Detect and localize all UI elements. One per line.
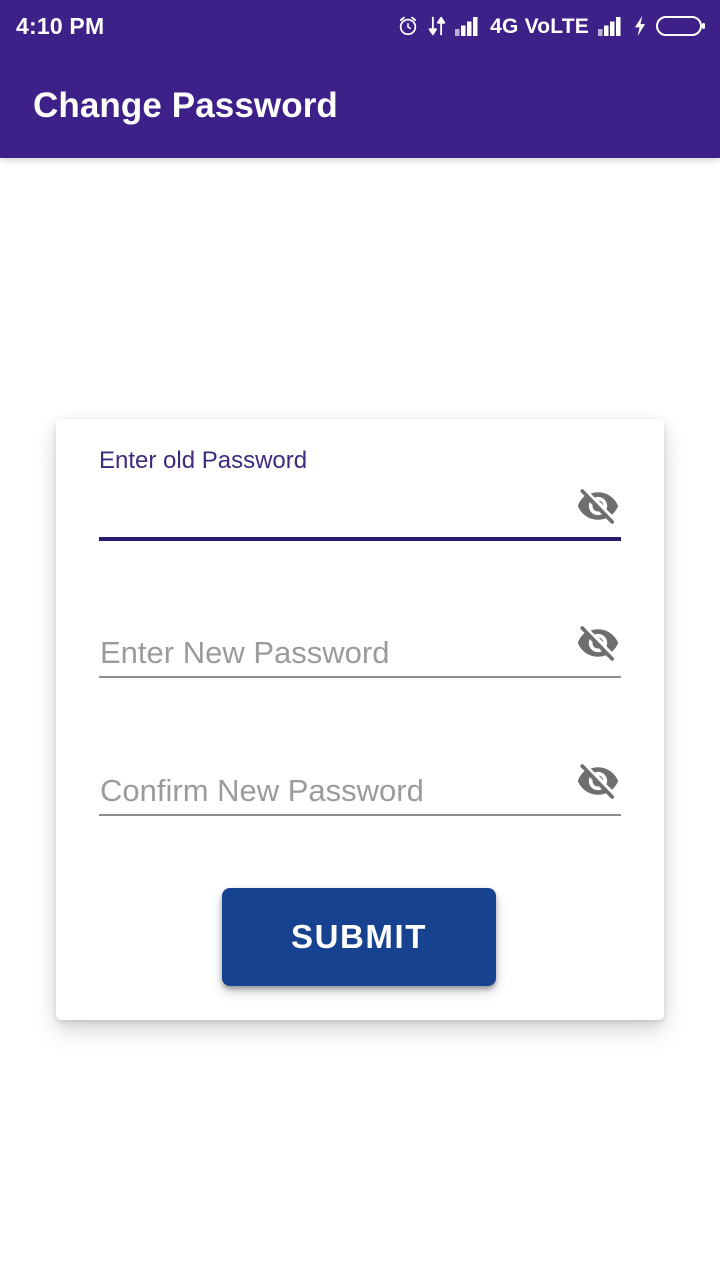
app-bar: Change Password [0,52,720,158]
field-confirm-password-underline [99,814,621,816]
field-confirm-password-input[interactable]: Confirm New Password [100,775,424,806]
field-new-password: Enter New Password [99,620,621,678]
charging-bolt-icon [633,15,647,37]
status-bar-clock: 4:10 PM [16,12,105,39]
field-old-password-underline [99,537,621,541]
data-transfer-icon [428,15,446,37]
change-password-card: Enter old Password Enter New Password Co… [56,419,664,1020]
alarm-clock-icon [397,15,419,37]
field-old-password-label: Enter old Password [99,447,308,474]
new-password-visibility-toggle[interactable] [575,620,621,666]
field-new-password-input[interactable]: Enter New Password [100,637,389,668]
eye-off-icon [576,759,620,803]
eye-off-icon [576,484,620,528]
network-type-label: 4G VoLTE [490,14,589,38]
confirm-password-visibility-toggle[interactable] [575,758,621,804]
old-password-visibility-toggle[interactable] [575,483,621,529]
signal-bars-sim1-icon [455,16,481,36]
signal-bars-sim2-icon [598,16,624,36]
eye-off-icon [576,621,620,665]
submit-button[interactable]: SUBMIT [222,888,496,986]
field-confirm-password: Confirm New Password [99,758,621,816]
page-title: Change Password [33,85,338,125]
field-new-password-underline [99,676,621,678]
status-bar-icons: 4G VoLTE [397,14,706,38]
field-old-password: Enter old Password [99,449,621,541]
battery-icon [656,14,706,38]
status-bar: 4:10 PM 4G VoLTE [0,0,720,52]
